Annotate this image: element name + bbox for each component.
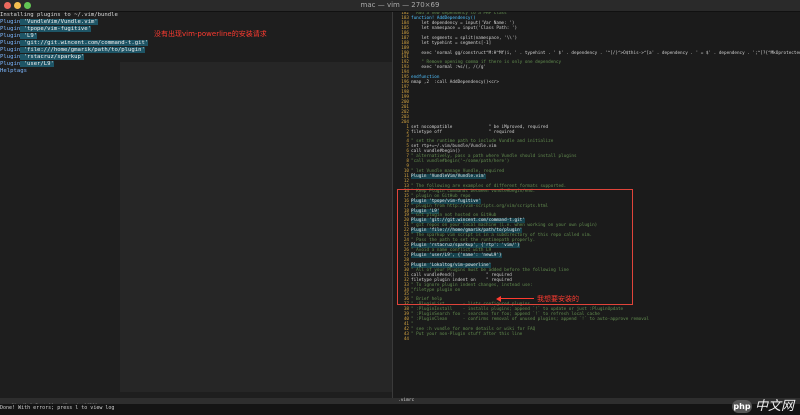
install-line: Plugin 'tpope/vim-fugitive' [0, 26, 148, 33]
install-keyword: Plugin [0, 61, 21, 67]
annotation-left: 没有出现vim-powerline的安装请求 [154, 30, 267, 38]
plugin-install-list: Installing plugins to ~/.vim/bundle Plugi… [0, 12, 149, 75]
install-line: Plugin 'git://git.wincent.com/command-t.… [0, 40, 149, 47]
install-value: 'rstacruz/sparkup' [20, 54, 85, 60]
install-value: 'user/L9' [20, 61, 54, 67]
line-number: 44 [403, 336, 409, 342]
install-value: 'git://git.wincent.com/command-t.git' [20, 40, 149, 46]
line-text: Plugin 'VundleVim/Vundle.vim' [411, 173, 487, 179]
install-keyword: Plugin [0, 54, 21, 60]
install-line: Plugin 'rstacruz/sparkup' [0, 54, 148, 61]
install-keyword: Plugin [0, 19, 21, 25]
install-keyword: Plugin [0, 40, 21, 46]
install-line: Installing plugins to ~/.vim/bundle [0, 12, 148, 19]
install-keyword: Plugin [0, 26, 21, 32]
install-keyword: Plugin [0, 47, 21, 53]
vundle-installer-pane[interactable]: Installing plugins to ~/.vim/bundle Plugi… [0, 12, 392, 398]
line-text: exec 'normal gg/construct^M:H^Mf)i, ' . … [411, 50, 800, 56]
line-text: "call vundle#begin('~/some/path/here') [411, 159, 510, 165]
code-line: 44 [393, 336, 800, 343]
install-line: Plugin 'user/L9' [0, 61, 148, 68]
terminal-window: mac — vim — 270×69 Installing plugins to… [0, 0, 800, 415]
watermark: php 中文网 [731, 399, 794, 414]
line-text: nmap ,2 :call AddDependency()<cr> [411, 80, 499, 86]
install-value: 'L9' [20, 33, 38, 39]
arrow-line [500, 298, 534, 300]
install-value: 'VundleVim/Vundle.vim' [20, 19, 98, 25]
line-text: exec 'normal :%s/(, /(/g' [411, 65, 487, 71]
annotation-right: 我想要安装的 [537, 295, 579, 303]
install-line: Helptags [0, 68, 148, 75]
watermark-text: 中文网 [754, 399, 794, 414]
install-keyword: Helptags [0, 68, 27, 74]
title-bar[interactable]: mac — vim — 270×69 [0, 0, 800, 12]
window-title: mac — vim — 270×69 [360, 1, 440, 9]
install-value: Installing plugins to ~/.vim/bundle [0, 12, 118, 18]
install-value: 'file:///home/gmarik/path/to/plugin' [20, 47, 145, 53]
command-line[interactable]: Done! With errors; press l to view log [0, 404, 800, 415]
line-text: " :PluginClean - confirms removal of unu… [411, 317, 649, 323]
php-logo-icon: php [731, 400, 752, 413]
line-text: filetype off " required [411, 129, 515, 135]
install-line: Plugin 'L9' [0, 33, 148, 40]
install-line: Plugin 'file:///home/gmarik/path/to/plug… [0, 47, 148, 54]
line-text: let namespace = input('Class Path: ') [411, 25, 518, 31]
line-text: let typehint = segments[-1] [411, 40, 492, 46]
line-text: " Put your non-Plugin stuff after this l… [411, 331, 523, 337]
install-keyword: Plugin [0, 33, 21, 39]
highlight-box [397, 189, 633, 305]
install-line: Plugin 'VundleVim/Vundle.vim' [0, 19, 148, 26]
install-value: 'tpope/vim-fugitive' [20, 26, 91, 32]
background-ghost-panel [120, 62, 392, 392]
